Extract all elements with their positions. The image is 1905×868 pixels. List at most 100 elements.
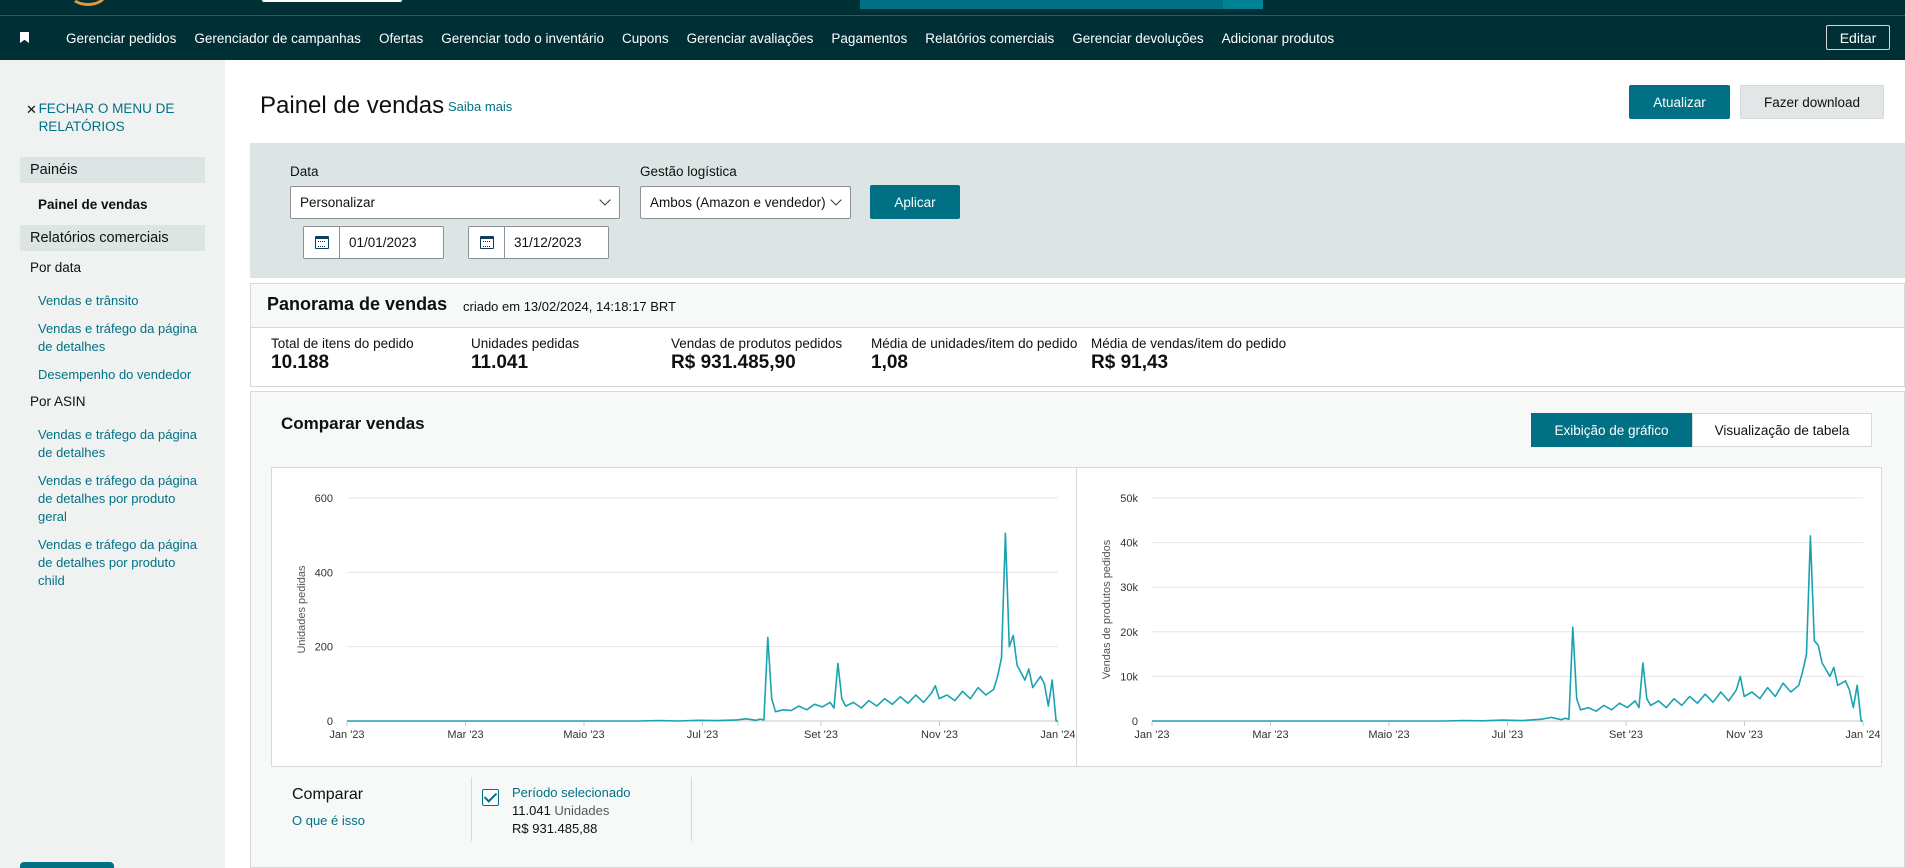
nav-item-5[interactable]: Gerenciar avaliações <box>687 31 814 46</box>
main-nav: Gerenciar pedidos Gerenciador de campanha… <box>0 16 1905 60</box>
chart-view-toggle[interactable]: Exibição de gráfico <box>1531 413 1692 447</box>
sidebar-link-asin-detail-traffic[interactable]: Vendas e tráfego da página de detalhes <box>38 426 198 462</box>
metric-label: Unidades pedidas <box>471 336 580 351</box>
nav-item-9[interactable]: Adicionar produtos <box>1222 31 1335 46</box>
overview-header: Panorama de vendas criado em 13/02/2024,… <box>251 284 1904 328</box>
metric-label: Vendas de produtos pedidos <box>671 336 843 351</box>
y-tick-label: 10k <box>1120 671 1138 683</box>
nav-item-6[interactable]: Pagamentos <box>831 31 907 46</box>
metric-value: R$ 91,43 <box>1091 352 1169 373</box>
units-chart-svg: 0 200 400 600 Jan '23 Mar '23 Maio '23 Jul '23 S… <box>296 493 1076 741</box>
sidebar-link-detail-page-traffic[interactable]: Vendas e tráfego da página de detalhes <box>38 320 198 356</box>
metric-value: R$ 931.485,90 <box>671 352 796 373</box>
compare-title: Comparar vendas <box>281 414 425 433</box>
refresh-button[interactable]: Atualizar <box>1629 85 1730 119</box>
units-value: 11.041 <box>512 803 551 818</box>
page-title: Painel de vendas <box>260 92 445 119</box>
logistics-select[interactable]: Ambos (Amazon e vendedor) <box>640 186 851 219</box>
table-view-toggle[interactable]: Visualização de tabela <box>1692 413 1872 447</box>
x-tick-label: Jan '23 <box>1134 729 1169 741</box>
edit-nav-button[interactable]: Editar <box>1826 25 1890 50</box>
sidebar-section-panels: Painéis <box>20 157 205 183</box>
close-icon: ✕ <box>26 102 37 117</box>
sidebar-link-seller-performance[interactable]: Desempenho do vendedor <box>38 366 198 384</box>
metric-avg-units: Média de unidades/item do pedido 1,08 <box>871 336 1077 374</box>
close-menu-label: FECHAR O MENU DE RELATÓRIOS <box>38 101 175 134</box>
sidebar-group-by-asin: Por ASIN <box>30 394 86 409</box>
learn-more-link[interactable]: Saiba mais <box>448 99 512 114</box>
sidebar-link-sales-traffic[interactable]: Vendas e trânsito <box>38 292 198 310</box>
end-date-value[interactable]: 31/12/2023 <box>505 227 608 258</box>
end-date-field[interactable]: 31/12/2023 <box>468 226 609 259</box>
calendar-icon[interactable] <box>304 227 340 258</box>
store-selector[interactable] <box>262 0 402 2</box>
x-tick-label: Mar '23 <box>447 729 483 741</box>
nav-item-3[interactable]: Gerenciar todo o inventário <box>441 31 604 46</box>
chevron-down-icon <box>599 194 611 206</box>
date-range-select[interactable]: Personalizar <box>290 186 620 219</box>
nav-item-2[interactable]: Ofertas <box>379 31 423 46</box>
metric-label: Média de unidades/item do pedido <box>871 336 1078 351</box>
selected-period-sales: R$ 931.485,88 <box>512 821 598 836</box>
feedback-tab[interactable] <box>20 862 114 868</box>
x-tick-label: Jan '24 <box>1845 729 1880 741</box>
metric-total-items: Total de itens do pedido 10.188 <box>271 336 414 374</box>
sidebar-link-asin-child[interactable]: Vendas e tráfego da página de detalhes p… <box>38 536 198 590</box>
calendar-icon[interactable] <box>469 227 505 258</box>
date-range-value: Personalizar <box>300 195 376 210</box>
y-tick-label: 0 <box>327 716 333 728</box>
metric-avg-sales: Média de vendas/item do pedido R$ 91,43 <box>1091 336 1286 374</box>
units-chart: 0 200 400 600 Jan '23 Mar '23 Maio '23 Jul '23 S… <box>271 467 1077 767</box>
close-menu-link[interactable]: ✕ FECHAR O MENU DE RELATÓRIOS <box>26 100 196 136</box>
y-axis-label: Unidades pedidas <box>296 565 308 654</box>
overview-created: criado em 13/02/2024, 14:18:17 BRT <box>463 299 676 314</box>
apply-button[interactable]: Aplicar <box>870 185 960 219</box>
metric-product-sales: Vendas de produtos pedidos R$ 931.485,90 <box>671 336 842 374</box>
chevron-down-icon <box>830 194 842 206</box>
compare-footer: Comparar O que é isso Período selecionad… <box>271 777 1881 857</box>
compare-footer-title: Comparar <box>292 786 364 803</box>
start-date-value[interactable]: 01/01/2023 <box>340 227 443 258</box>
metric-value: 11.041 <box>471 352 529 373</box>
sidebar-link-asin-parent[interactable]: Vendas e tráfego da página de detalhes p… <box>38 472 198 526</box>
y-axis-label: Vendas de produtos pedidos <box>1101 539 1113 679</box>
x-tick-label: Set '23 <box>1609 729 1643 741</box>
search-input[interactable] <box>860 0 1225 9</box>
logistics-label: Gestão logística <box>640 164 737 179</box>
divider <box>691 777 692 841</box>
series-line <box>1152 535 1863 722</box>
nav-item-4[interactable]: Cupons <box>622 31 669 46</box>
top-header-strip <box>0 0 1905 16</box>
x-tick-label: Maio '23 <box>1368 729 1409 741</box>
x-tick-label: Mar '23 <box>1252 729 1288 741</box>
x-tick-label: Nov '23 <box>921 729 958 741</box>
y-tick-label: 30k <box>1120 582 1138 594</box>
divider <box>471 777 472 841</box>
search-button[interactable] <box>1223 0 1263 9</box>
sidebar-group-by-date: Por data <box>30 260 82 275</box>
x-tick-label: Jan '23 <box>329 729 364 741</box>
nav-item-7[interactable]: Relatórios comerciais <box>925 31 1054 46</box>
metric-label: Total de itens do pedido <box>271 336 414 351</box>
nav-item-0[interactable]: Gerenciar pedidos <box>66 31 176 46</box>
metric-value: 1,08 <box>871 352 908 373</box>
download-button[interactable]: Fazer download <box>1740 85 1884 119</box>
x-tick-label: Jan '24 <box>1040 729 1075 741</box>
filter-panel: Data Personalizar Gestão logística Ambos… <box>250 143 1905 278</box>
x-tick-label: Jul '23 <box>687 729 718 741</box>
x-tick-label: Maio '23 <box>563 729 604 741</box>
x-tick-label: Nov '23 <box>1726 729 1763 741</box>
nav-item-1[interactable]: Gerenciador de campanhas <box>194 31 361 46</box>
nav-item-8[interactable]: Gerenciar devoluções <box>1072 31 1203 46</box>
logistics-value: Ambos (Amazon e vendedor) <box>650 195 826 210</box>
bookmark-icon[interactable] <box>20 32 29 43</box>
x-tick-label: Set '23 <box>804 729 838 741</box>
what-is-this-link[interactable]: O que é isso <box>292 813 365 828</box>
sales-chart-svg: 0 10k 20k 30k 40k 50k Jan '23 Mar '23 Maio '23 Ju… <box>1101 493 1881 741</box>
overview-title: Panorama de vendas <box>267 294 448 314</box>
selected-period-checkbox[interactable] <box>482 789 499 806</box>
start-date-field[interactable]: 01/01/2023 <box>303 226 444 259</box>
sidebar-item-sales-dashboard[interactable]: Painel de vendas <box>38 197 148 212</box>
selected-period-label[interactable]: Período selecionado <box>512 785 631 800</box>
sales-chart: 0 10k 20k 30k 40k 50k Jan '23 Mar '23 Maio '23 Ju… <box>1076 467 1882 767</box>
